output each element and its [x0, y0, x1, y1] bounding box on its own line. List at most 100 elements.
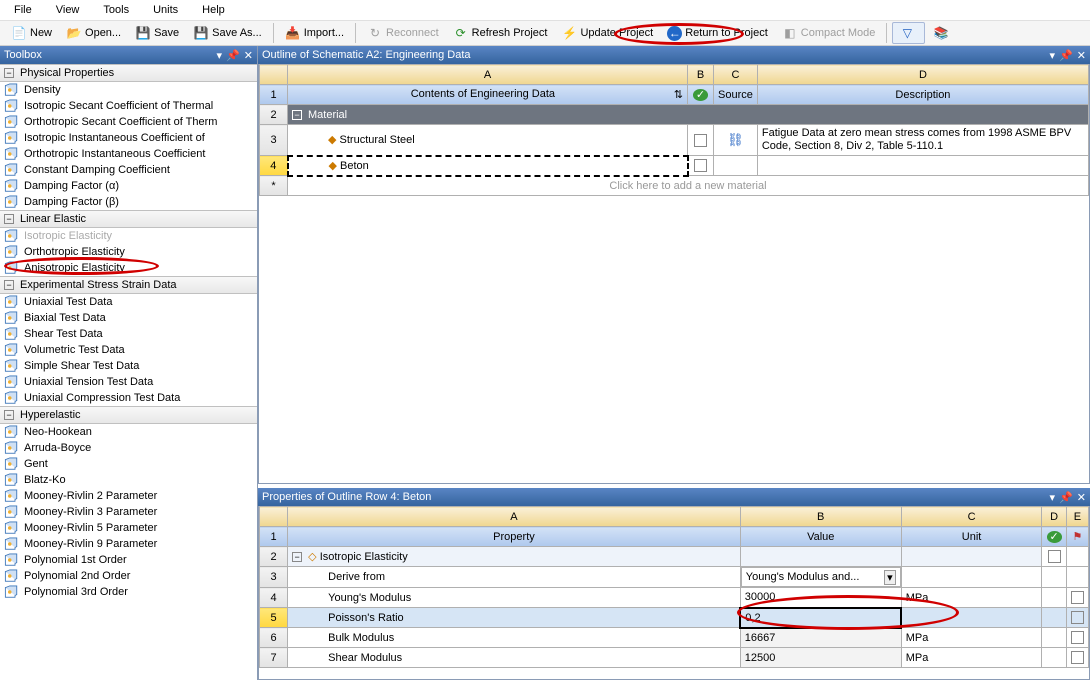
collapse-icon[interactable]: − [4, 410, 14, 420]
toolbox-item[interactable]: Polynomial 3rd Order [0, 584, 257, 600]
props-youngs-modulus-unit[interactable]: MPa [901, 588, 1042, 608]
props-r5-chk-e[interactable] [1071, 611, 1084, 624]
props-close-icon[interactable]: ✕ [1077, 491, 1086, 504]
outline-rowhdr-1[interactable]: 1 [260, 85, 288, 105]
menu-file[interactable]: File [4, 2, 46, 18]
update-project-button[interactable]: ⚡Update Project [555, 23, 659, 43]
save-button[interactable]: 💾Save [129, 23, 185, 43]
reconnect-button[interactable]: ↻Reconnect [361, 23, 445, 43]
props-rowhdr-1[interactable]: 1 [260, 527, 288, 547]
toolbox-item[interactable]: Polynomial 1st Order [0, 552, 257, 568]
props-col-E[interactable]: E [1066, 507, 1088, 527]
props-rowhdr-4[interactable]: 4 [260, 588, 288, 608]
toolbox-item[interactable]: Biaxial Test Data [0, 310, 257, 326]
collapse-icon[interactable]: − [4, 214, 14, 224]
toolbox-item[interactable]: Mooney-Rivlin 5 Parameter [0, 520, 257, 536]
outline-dropdown-icon[interactable]: ▾ [1050, 49, 1056, 62]
toolbox-item[interactable]: Polynomial 2nd Order [0, 568, 257, 584]
collapse-icon[interactable]: − [4, 280, 14, 290]
collapse-icon[interactable]: − [4, 68, 14, 78]
toolbox-close-icon[interactable]: ✕ [244, 49, 253, 62]
toolbox-item[interactable]: Uniaxial Test Data [0, 294, 257, 310]
toolbox-group[interactable]: −Linear Elastic [0, 210, 257, 228]
toolbox-pin-icon[interactable]: 📌 [226, 49, 240, 62]
props-poissons-ratio-value[interactable]: 0,2 [740, 608, 901, 628]
outline-row4-checkbox[interactable] [694, 159, 707, 172]
outline-row3-source-link[interactable]: ⛓ [727, 132, 744, 147]
toolbox-item[interactable]: Anisotropic Elasticity [0, 260, 257, 276]
toolbox-dropdown-icon[interactable]: ▾ [217, 49, 223, 62]
menu-tools[interactable]: Tools [93, 2, 143, 18]
outline-rowhdr-3[interactable]: 3 [260, 125, 288, 156]
outline-material-structural-steel[interactable]: ◆ Structural Steel [288, 125, 688, 156]
toolbox-item[interactable]: Mooney-Rivlin 9 Parameter [0, 536, 257, 552]
toolbox-group[interactable]: −Physical Properties [0, 64, 257, 82]
props-rowhdr-7[interactable]: 7 [260, 648, 288, 668]
props-rowhdr-5[interactable]: 5 [260, 608, 288, 628]
outline-col-C[interactable]: C [714, 65, 758, 85]
outline-pin-icon[interactable]: 📌 [1059, 49, 1073, 62]
props-isotropic-elasticity[interactable]: −◇ Isotropic Elasticity [288, 547, 741, 567]
toolbox-item[interactable]: Isotropic Elasticity [0, 228, 257, 244]
props-rowhdr-3[interactable]: 3 [260, 567, 288, 588]
toolbox-item[interactable]: Orthotropic Secant Coefficient of Therm [0, 114, 257, 130]
props-shear-modulus-unit[interactable]: MPa [901, 648, 1042, 668]
outline-col-A[interactable]: A [288, 65, 688, 85]
props-col-B[interactable]: B [740, 507, 901, 527]
toolbox-item[interactable]: Mooney-Rivlin 3 Parameter [0, 504, 257, 520]
props-derive-from-value[interactable]: Young's Modulus and...▾ [741, 567, 901, 587]
outline-close-icon[interactable]: ✕ [1077, 49, 1086, 62]
outline-rowhdr-2[interactable]: 2 [260, 105, 288, 125]
import-button[interactable]: 📥Import... [279, 23, 350, 43]
outline-add-material[interactable]: Click here to add a new material [288, 176, 1089, 196]
props-pin-icon[interactable]: 📌 [1059, 491, 1073, 504]
outline-rowhdr-4[interactable]: 4 [260, 156, 288, 176]
open-button[interactable]: 📂Open... [60, 23, 127, 43]
menu-view[interactable]: View [46, 2, 94, 18]
filter-button[interactable]: ▽ [892, 22, 925, 44]
outline-material-group[interactable]: −Material [288, 105, 1089, 125]
toolbox-item[interactable]: Isotropic Secant Coefficient of Thermal [0, 98, 257, 114]
dropdown-icon[interactable]: ▾ [884, 570, 896, 585]
props-bulk-modulus-unit[interactable]: MPa [901, 628, 1042, 648]
outline-material-beton[interactable]: ◆ Beton [288, 156, 688, 176]
props-r6-chk-e[interactable] [1071, 631, 1084, 644]
props-dropdown-icon[interactable]: ▾ [1050, 491, 1056, 504]
toolbox-item[interactable]: Mooney-Rivlin 2 Parameter [0, 488, 257, 504]
toolbox-item[interactable]: Density [0, 82, 257, 98]
toolbox-item[interactable]: Neo-Hookean [0, 424, 257, 440]
toolbox-item[interactable]: Damping Factor (β) [0, 194, 257, 210]
compact-mode-button[interactable]: ◧Compact Mode [776, 23, 882, 43]
toolbox-item[interactable]: Shear Test Data [0, 326, 257, 342]
toolbox-item[interactable]: Orthotropic Instantaneous Coefficient [0, 146, 257, 162]
toolbox-item[interactable]: Orthotropic Elasticity [0, 244, 257, 260]
props-rowhdr-6[interactable]: 6 [260, 628, 288, 648]
outline-col-B[interactable]: B [688, 65, 714, 85]
engineering-data-sources-button[interactable]: 📚 [927, 23, 958, 43]
sort-icon[interactable]: ⇅ [674, 88, 683, 101]
menu-help[interactable]: Help [192, 2, 239, 18]
toolbox-item[interactable]: Constant Damping Coefficient [0, 162, 257, 178]
props-r2-chk-d[interactable] [1048, 550, 1061, 563]
outline-rowhdr-new[interactable]: * [260, 176, 288, 196]
toolbox-item[interactable]: Gent [0, 456, 257, 472]
toolbox-item[interactable]: Arruda-Boyce [0, 440, 257, 456]
toolbox-item[interactable]: Simple Shear Test Data [0, 358, 257, 374]
outline-col-D[interactable]: D [757, 65, 1088, 85]
toolbox-item[interactable]: Isotropic Instantaneous Coefficient of [0, 130, 257, 146]
toolbox-group[interactable]: −Hyperelastic [0, 406, 257, 424]
saveas-button[interactable]: 💾Save As... [187, 23, 268, 43]
outline-row3-checkbox[interactable] [694, 134, 707, 147]
toolbox-item[interactable]: Damping Factor (α) [0, 178, 257, 194]
toolbox-item[interactable]: Uniaxial Compression Test Data [0, 390, 257, 406]
toolbox-item[interactable]: Volumetric Test Data [0, 342, 257, 358]
toolbox-item[interactable]: Blatz-Ko [0, 472, 257, 488]
props-r7-chk-e[interactable] [1071, 651, 1084, 664]
refresh-project-button[interactable]: ⟳Refresh Project [447, 23, 554, 43]
return-to-project-button[interactable]: ←Return to Project [661, 24, 774, 43]
new-button[interactable]: 📄New [5, 23, 58, 43]
props-r4-chk-e[interactable] [1071, 591, 1084, 604]
toolbox-item[interactable]: Uniaxial Tension Test Data [0, 374, 257, 390]
toolbox-group[interactable]: −Experimental Stress Strain Data [0, 276, 257, 294]
menu-units[interactable]: Units [143, 2, 192, 18]
